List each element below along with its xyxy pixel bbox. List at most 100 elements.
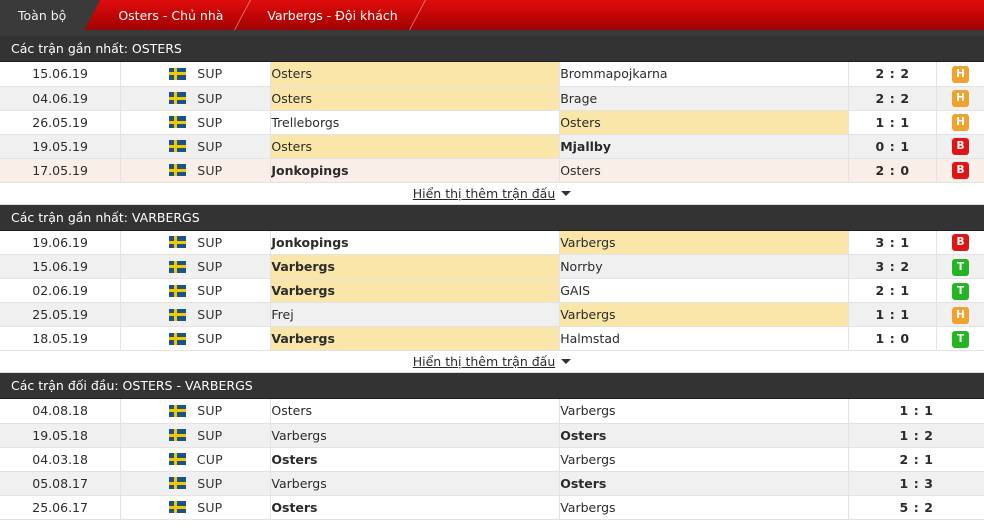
chevron-down-icon[interactable] [561, 359, 572, 364]
league-inner: SUP [121, 283, 270, 298]
away-team[interactable]: Varbergs [559, 399, 850, 424]
result-badge: B [952, 234, 970, 252]
match-score[interactable]: 2 : 2 [848, 86, 938, 111]
away-team[interactable]: Varbergs [559, 447, 850, 472]
home-team[interactable]: Osters [270, 62, 561, 87]
match-row[interactable]: 15.06.19 SUP Osters Brommapojkarna 2 : 2 H [0, 62, 984, 87]
match-row[interactable]: 18.05.19 SUP Varbergs Halmstad 1 : 0 T [0, 326, 984, 351]
match-row[interactable]: 26.05.19 SUP Trelleborgs Osters 1 : 1 H [0, 110, 984, 135]
show-more-link[interactable]: Hiển thị thêm trận đấu [413, 186, 556, 201]
sweden-flag-icon [169, 116, 187, 128]
away-team[interactable]: GAIS [559, 278, 850, 303]
away-team[interactable]: Osters [559, 158, 850, 183]
league-code[interactable]: SUP [197, 500, 222, 515]
match-row[interactable]: 17.05.19 SUP Jonkopings Osters 2 : 0 B [0, 158, 984, 183]
home-team[interactable]: Osters [270, 495, 561, 520]
match-row[interactable]: 19.05.18 SUP Varbergs Osters 1 : 2 [0, 423, 984, 448]
match-history-panel: Toàn bộ Osters - Chủ nhà Varbergs - Đội kh… [0, 0, 984, 530]
league-code[interactable]: SUP [197, 139, 222, 154]
away-team[interactable]: Halmstad [559, 326, 850, 351]
league-cell: SUP [120, 471, 272, 496]
show-more-link[interactable]: Hiển thị thêm trận đấu [413, 354, 556, 369]
home-team[interactable]: Trelleborgs [270, 110, 561, 135]
home-team[interactable]: Frej [270, 302, 561, 327]
home-team[interactable]: Osters [270, 447, 561, 472]
home-team[interactable]: Varbergs [270, 471, 561, 496]
tab-bar: Toàn bộ Osters - Chủ nhà Varbergs - Đội kh… [0, 0, 984, 36]
league-code[interactable]: SUP [197, 476, 222, 491]
league-cell: SUP [120, 230, 272, 255]
match-row[interactable]: 15.06.19 SUP Varbergs Norrby 3 : 2 T [0, 254, 984, 279]
home-team[interactable]: Varbergs [270, 278, 561, 303]
tab-1[interactable]: Osters - Chủ nhà [100, 0, 252, 30]
result-badge-cell: T [936, 326, 984, 351]
league-code[interactable]: SUP [197, 403, 222, 418]
league-code[interactable]: SUP [197, 235, 222, 250]
league-code[interactable]: SUP [197, 66, 222, 81]
match-row[interactable]: 25.06.17 SUP Osters Varbergs 5 : 2 [0, 495, 984, 520]
away-team[interactable]: Mjallby [559, 134, 850, 159]
result-badge: H [952, 90, 970, 107]
match-score[interactable]: 0 : 1 [848, 134, 938, 159]
chevron-down-icon[interactable] [561, 190, 572, 196]
home-team[interactable]: Jonkopings [270, 230, 561, 255]
away-team[interactable]: Norrby [559, 254, 850, 279]
league-code[interactable]: SUP [197, 163, 222, 178]
league-code[interactable]: CUP [197, 452, 223, 467]
home-team[interactable]: Osters [270, 134, 561, 159]
match-score[interactable]: 1 : 1 [848, 399, 984, 424]
home-team[interactable]: Osters [270, 86, 561, 111]
match-score[interactable]: 2 : 0 [848, 158, 938, 183]
home-team[interactable]: Varbergs [270, 254, 561, 279]
match-row[interactable]: 05.08.17 SUP Varbergs Osters 1 : 3 [0, 471, 984, 496]
result-badge: T [952, 258, 970, 276]
result-badge: H [952, 65, 970, 83]
match-score[interactable]: 1 : 1 [848, 110, 938, 135]
league-inner: SUP [121, 428, 270, 443]
match-score[interactable]: 2 : 1 [848, 278, 938, 303]
away-team[interactable]: Varbergs [559, 230, 850, 255]
match-score[interactable]: 5 : 2 [848, 495, 984, 520]
league-code[interactable]: SUP [197, 331, 222, 346]
league-code[interactable]: SUP [197, 91, 222, 106]
league-code[interactable]: SUP [197, 428, 222, 443]
away-team[interactable]: Brage [559, 86, 850, 111]
match-row[interactable]: 19.05.19 SUP Osters Mjallby 0 : 1 B [0, 134, 984, 159]
away-team[interactable]: Varbergs [559, 302, 850, 327]
match-row[interactable]: 02.06.19 SUP Varbergs GAIS 2 : 1 T [0, 278, 984, 303]
tab-0[interactable]: Toàn bộ [0, 0, 100, 30]
away-team[interactable]: Osters [559, 110, 850, 135]
home-team[interactable]: Varbergs [270, 326, 561, 351]
away-team[interactable]: Varbergs [559, 495, 850, 520]
league-code[interactable]: SUP [197, 259, 222, 274]
home-team[interactable]: Varbergs [270, 423, 561, 448]
match-score[interactable]: 1 : 2 [848, 423, 984, 448]
match-row[interactable]: 04.03.18 CUP Osters Varbergs 2 : 1 [0, 447, 984, 472]
result-badge-cell: B [936, 158, 984, 183]
match-score[interactable]: 2 : 2 [848, 62, 938, 87]
match-row[interactable]: 04.08.18 SUP Osters Varbergs 1 : 1 [0, 399, 984, 424]
match-score[interactable]: 1 : 0 [848, 326, 938, 351]
match-row[interactable]: 04.06.19 SUP Osters Brage 2 : 2 H [0, 86, 984, 111]
match-score[interactable]: 3 : 2 [848, 254, 938, 279]
league-code[interactable]: SUP [197, 307, 222, 322]
league-code[interactable]: SUP [197, 283, 222, 298]
result-badge-cell: T [936, 278, 984, 303]
away-team[interactable]: Osters [559, 423, 850, 448]
away-team[interactable]: Osters [559, 471, 850, 496]
match-row[interactable]: 25.05.19 SUP Frej Varbergs 1 : 1 H [0, 302, 984, 327]
match-score[interactable]: 1 : 1 [848, 302, 938, 327]
league-code[interactable]: SUP [197, 115, 222, 130]
away-team[interactable]: Brommapojkarna [559, 62, 850, 87]
match-score[interactable]: 3 : 1 [848, 230, 938, 255]
league-cell: SUP [120, 134, 272, 159]
home-team[interactable]: Osters [270, 399, 561, 424]
match-date: 15.06.19 [0, 62, 122, 87]
match-score[interactable]: 2 : 1 [848, 447, 984, 472]
match-row[interactable]: 19.06.19 SUP Jonkopings Varbergs 3 : 1 B [0, 230, 984, 255]
home-team[interactable]: Jonkopings [270, 158, 561, 183]
league-inner: SUP [121, 91, 270, 106]
league-inner: SUP [121, 235, 270, 250]
match-score[interactable]: 1 : 3 [848, 471, 984, 496]
tab-2[interactable]: Varbergs - Đội khách [249, 0, 426, 30]
